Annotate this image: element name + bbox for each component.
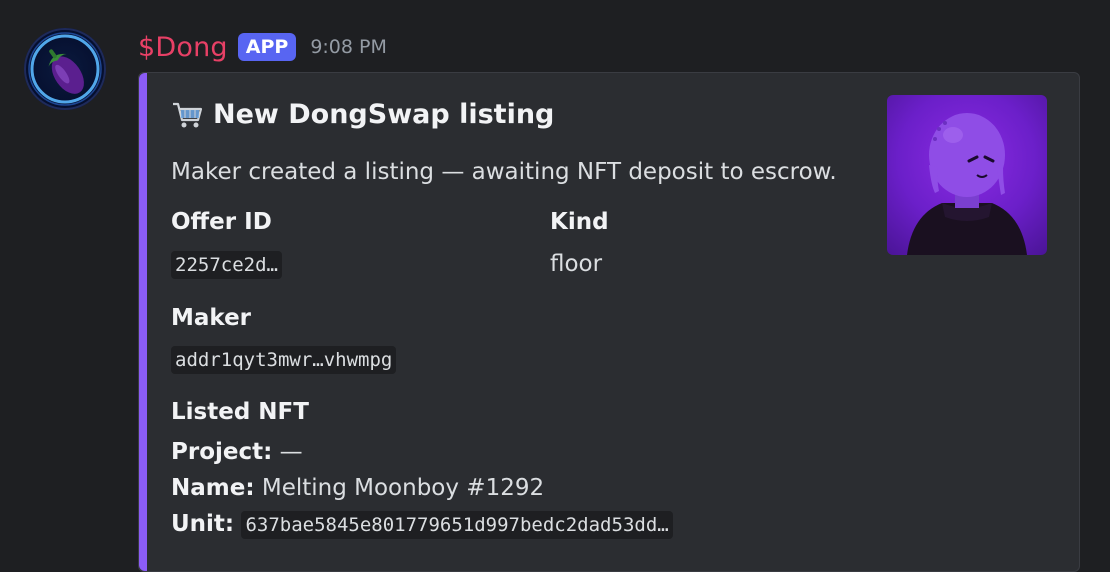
field-kind-value: floor	[550, 251, 603, 277]
timestamp[interactable]: 9:08 PM	[310, 36, 387, 58]
message-header: $Dong APP 9:08 PM	[138, 30, 387, 64]
nft-project-line: Project: —	[171, 439, 303, 465]
nft-project-value: —	[279, 439, 303, 465]
maker-address-code: addr1qyt3mwr…vhwmpg	[171, 346, 397, 374]
listed-nft-heading: Listed NFT	[171, 399, 309, 425]
nft-thumbnail[interactable]	[887, 95, 1047, 255]
eggplant-icon	[28, 32, 102, 106]
author-name[interactable]: $Dong	[138, 32, 228, 63]
nft-name-value: Melting Moonboy #1292	[261, 475, 545, 501]
field-offer-id-value: 2257ce2d…	[171, 251, 282, 279]
offer-id-code: 2257ce2d…	[171, 251, 282, 279]
embed-title-text: New DongSwap listing	[213, 99, 555, 130]
nft-unit-label: Unit:	[171, 511, 235, 537]
nft-unit-line: Unit: 637bae5845e801779651d997bedc2dad53…	[171, 511, 673, 539]
embed-title: New DongSwap listing	[171, 99, 554, 130]
embed-card: New DongSwap listing Maker created a lis…	[138, 72, 1080, 572]
app-badge: APP	[237, 33, 297, 61]
field-maker-name: Maker	[171, 305, 252, 331]
nft-unit-code: 637bae5845e801779651d997bedc2dad53dd…	[241, 511, 673, 539]
shopping-cart-icon	[173, 102, 203, 127]
field-maker-value: addr1qyt3mwr…vhwmpg	[171, 346, 397, 374]
field-kind-name: Kind	[550, 209, 609, 235]
nft-name-line: Name: Melting Moonboy #1292	[171, 475, 544, 501]
embed-accent-bar	[139, 73, 147, 571]
nft-name-label: Name:	[171, 475, 255, 501]
nft-character-image	[907, 113, 1027, 255]
field-offer-id-name: Offer ID	[171, 209, 272, 235]
bot-avatar[interactable]	[24, 28, 106, 110]
embed-description: Maker created a listing — awaiting NFT d…	[171, 159, 837, 185]
nft-project-label: Project:	[171, 439, 273, 465]
